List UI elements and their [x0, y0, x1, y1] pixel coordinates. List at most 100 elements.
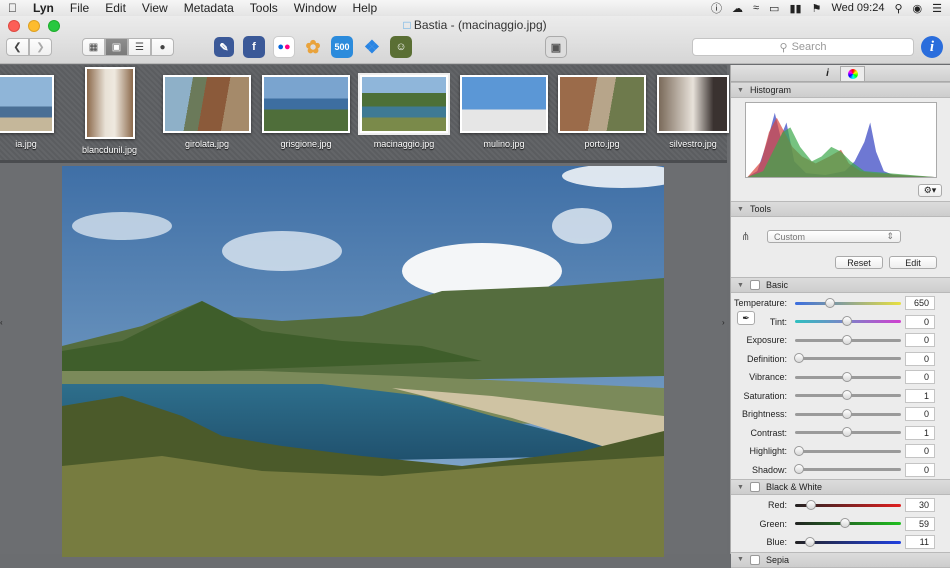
collapse-right-icon[interactable]: › [722, 318, 725, 327]
slider-knob[interactable] [794, 353, 804, 364]
adjustment-value-field[interactable]: 0 [905, 370, 935, 385]
gear-icon[interactable]: ⚙▾ [918, 184, 942, 197]
flag-icon[interactable]: ⚑ [812, 2, 822, 15]
slider-knob[interactable] [794, 464, 804, 475]
adjustment-value-field[interactable]: 0 [905, 462, 935, 477]
photos-icon[interactable]: ✿ [302, 36, 324, 58]
tools-preset-select[interactable]: Custom ⇕ [767, 230, 901, 243]
slider-knob[interactable] [794, 445, 804, 456]
menu-tools[interactable]: Tools [242, 0, 286, 16]
image-viewer[interactable]: ‹ › [0, 160, 727, 557]
menu-metadata[interactable]: Metadata [176, 0, 242, 16]
menu-window[interactable]: Window [286, 0, 345, 16]
slider-knob[interactable] [842, 427, 852, 438]
adjustment-value-field[interactable]: 0 [905, 314, 935, 329]
forward-button[interactable]: ❯ [29, 38, 52, 56]
apple-icon[interactable]:  [0, 0, 25, 16]
adjustment-value-field[interactable]: 1 [905, 425, 935, 440]
slider-knob[interactable] [804, 536, 815, 547]
wifi-icon[interactable]: ≈ [753, 2, 759, 14]
adjustment-slider[interactable] [795, 518, 901, 529]
basic-checkbox[interactable] [749, 280, 760, 290]
slider-knob[interactable] [840, 518, 851, 529]
adjustment-slider[interactable] [795, 371, 901, 382]
adjustment-slider[interactable] [795, 427, 901, 438]
crop-icon[interactable]: ⋔ [741, 230, 750, 243]
edit-app-icon[interactable]: ✎ [214, 37, 234, 57]
search-field[interactable]: ⚲ Search [692, 38, 914, 56]
adjustment-value-field[interactable]: 0 [905, 444, 935, 459]
edit-button[interactable]: Edit [889, 256, 937, 269]
slider-knob[interactable] [842, 334, 852, 345]
tools-header[interactable]: ▼ Tools [731, 201, 950, 217]
dropbox-icon[interactable]: ❖ [361, 36, 383, 58]
info-button[interactable]: i [921, 36, 943, 58]
smugmug-icon[interactable]: ☺ [390, 36, 412, 58]
adjustment-value-field[interactable]: 11 [905, 535, 935, 550]
menu-help[interactable]: Help [344, 0, 385, 16]
thumbnail-strip[interactable]: ia.jpg blancdunil.jpg girolata.jpg grisg… [0, 65, 729, 160]
adjustment-slider[interactable] [795, 390, 901, 401]
menu-file[interactable]: File [62, 0, 97, 16]
thumbnail[interactable]: blancdunil.jpg [82, 67, 137, 155]
thumbnail[interactable]: mulino.jpg [460, 75, 548, 149]
map-view-icon[interactable]: ● [151, 38, 174, 56]
thumbnail[interactable]: ia.jpg [0, 75, 54, 149]
grid-view-icon[interactable]: ▦ [82, 38, 105, 56]
tab-adjust[interactable] [840, 66, 865, 81]
500px-icon[interactable]: 500 [331, 36, 353, 58]
adjustment-value-field[interactable]: 0 [905, 333, 935, 348]
adjustment-value-field[interactable]: 650 [905, 296, 935, 311]
thumbnail[interactable]: silvestro.jpg [657, 75, 729, 149]
slider-knob[interactable] [842, 371, 852, 382]
adjustment-slider[interactable] [795, 316, 901, 327]
thumbnail[interactable]: porto.jpg [558, 75, 646, 149]
bw-header[interactable]: ▼ Black & White [731, 479, 950, 495]
notification-icon[interactable]: ☰ [932, 2, 942, 15]
back-button[interactable]: ❮ [6, 38, 29, 56]
eyedropper-icon[interactable]: ✒ [737, 311, 755, 325]
thumbnail[interactable]: girolata.jpg [163, 75, 251, 149]
slider-knob[interactable] [824, 297, 835, 308]
adjustment-slider[interactable] [795, 297, 901, 308]
thumbnail[interactable]: grisgione.jpg [262, 75, 350, 149]
status-info-icon[interactable]: ⓘ [711, 0, 722, 16]
airplay-icon[interactable]: ▭ [769, 2, 779, 15]
image-preview-icon[interactable]: ▣ [545, 36, 567, 58]
adjustment-value-field[interactable]: 30 [905, 498, 935, 513]
slider-knob[interactable] [842, 316, 852, 327]
adjustment-slider[interactable] [795, 408, 901, 419]
thumbnail-selected[interactable]: macinaggio.jpg [358, 73, 450, 149]
tab-info[interactable]: i [815, 66, 840, 81]
adjustment-slider[interactable] [794, 464, 901, 475]
adjustment-value-field[interactable]: 1 [905, 388, 935, 403]
battery-icon[interactable]: ▮▮ [789, 2, 801, 15]
adjustment-slider[interactable] [794, 353, 901, 364]
filmstrip-view-icon[interactable]: ▣ [105, 38, 128, 56]
adjustment-slider[interactable] [795, 536, 901, 547]
basic-header[interactable]: ▼ Basic [731, 277, 950, 293]
bw-checkbox[interactable] [749, 482, 760, 492]
reset-button[interactable]: Reset [835, 256, 883, 269]
facebook-icon[interactable]: f [243, 36, 265, 58]
collapse-left-icon[interactable]: ‹ [0, 318, 3, 327]
siri-icon[interactable]: ◉ [913, 2, 923, 15]
sepia-checkbox[interactable] [749, 554, 760, 565]
histogram-header[interactable]: ▼ Histogram [731, 82, 950, 98]
flickr-icon[interactable]: ● ● [273, 36, 295, 58]
adjustment-value-field[interactable]: 0 [905, 351, 935, 366]
list-view-icon[interactable]: ☰ [128, 38, 151, 56]
adjustment-slider[interactable] [794, 445, 901, 456]
adjustment-value-field[interactable]: 0 [905, 407, 935, 422]
adjustment-slider[interactable] [795, 334, 901, 345]
adjustment-slider[interactable] [795, 499, 901, 510]
menu-app[interactable]: Lyn [25, 0, 62, 16]
clock[interactable]: Wed 09:24 [831, 2, 884, 14]
slider-knob[interactable] [842, 390, 852, 401]
slider-knob[interactable] [806, 499, 817, 510]
adjustment-value-field[interactable]: 59 [905, 516, 935, 531]
spotlight-icon[interactable]: ⚲ [894, 2, 902, 15]
menu-view[interactable]: View [134, 0, 176, 16]
menu-edit[interactable]: Edit [97, 0, 134, 16]
status-cloud-icon[interactable]: ☁ [732, 2, 743, 15]
